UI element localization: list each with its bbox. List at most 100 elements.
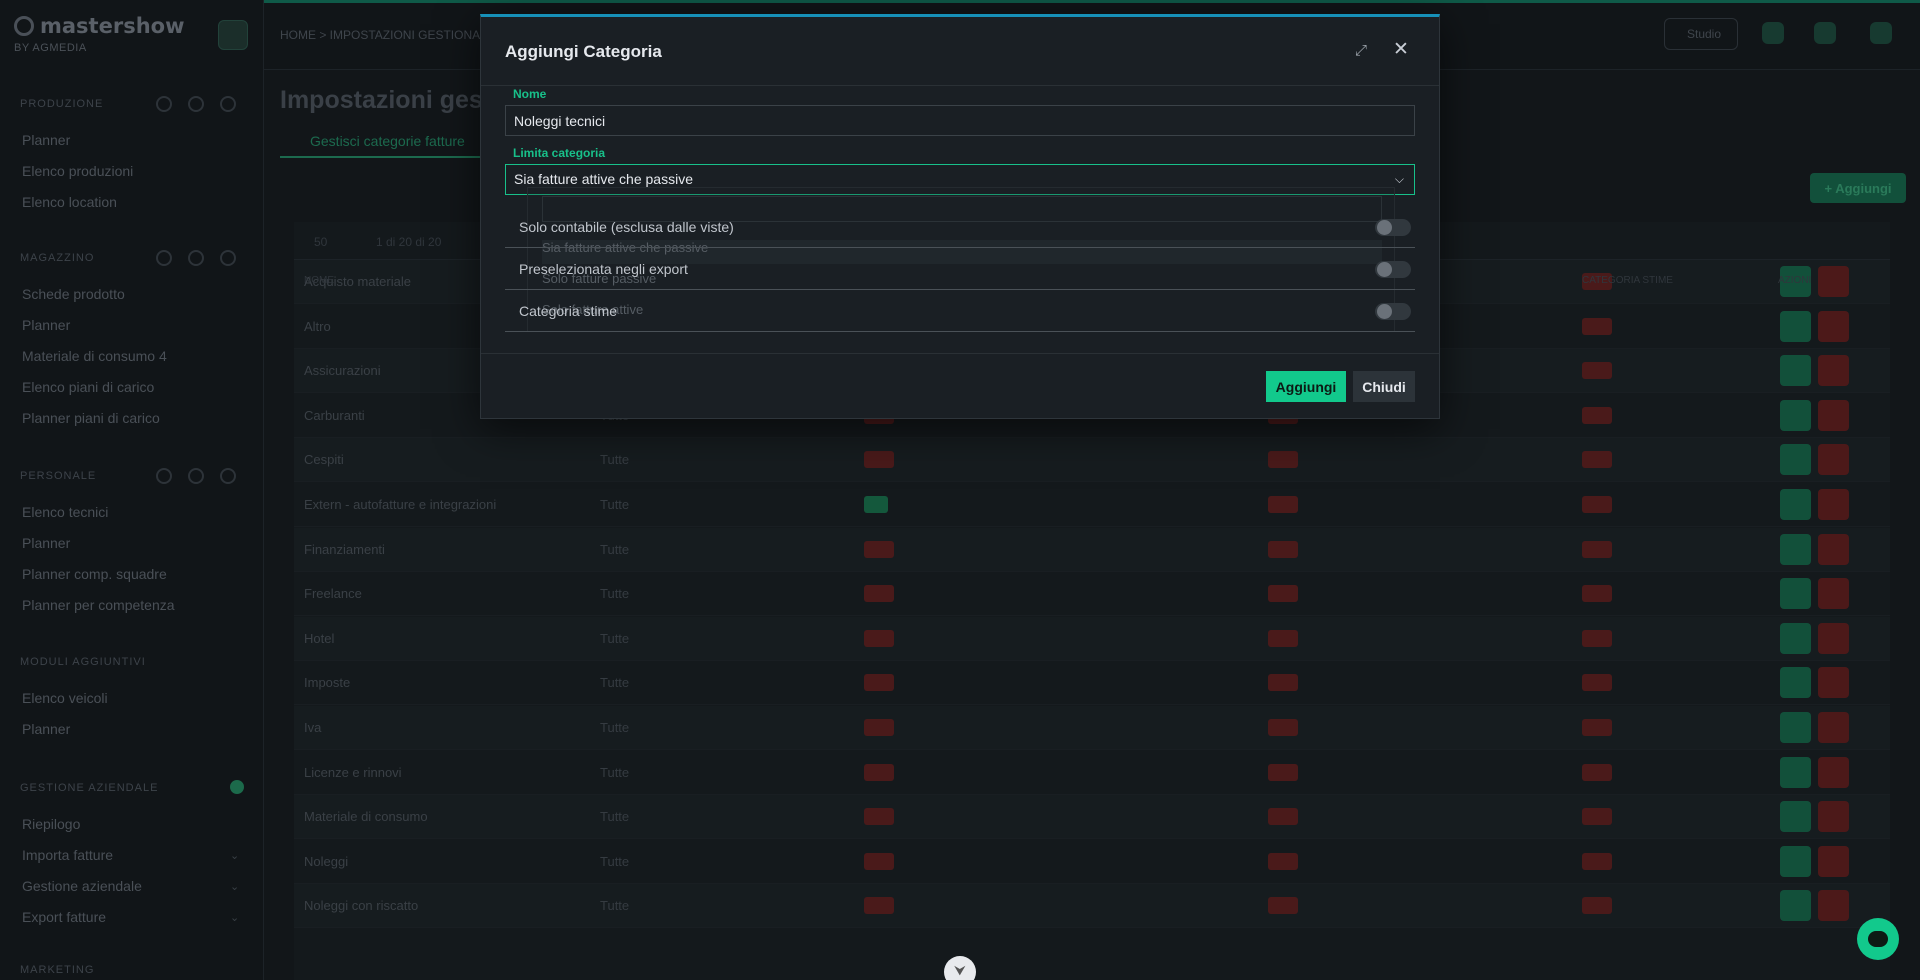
aggiungi-button[interactable]: Aggiungi bbox=[1266, 371, 1346, 402]
table-row: Iva Tutte bbox=[294, 706, 1890, 750]
cell-scope: Tutte bbox=[600, 497, 630, 512]
sidebar-item[interactable]: Planner bbox=[22, 535, 70, 551]
sidebar-item[interactable]: Planner bbox=[22, 721, 70, 737]
sidebar-item[interactable]: Elenco produzioni bbox=[22, 163, 133, 179]
status-badge bbox=[1582, 629, 1612, 647]
sidebar-item[interactable]: Riepilogo bbox=[22, 816, 80, 832]
edit-button[interactable] bbox=[1780, 355, 1811, 387]
edit-button[interactable] bbox=[1780, 444, 1811, 476]
studio-button[interactable]: Studio bbox=[1664, 18, 1738, 50]
notification-icon[interactable] bbox=[1762, 22, 1784, 44]
chat-icon[interactable] bbox=[1814, 22, 1836, 44]
cell-name: Altro bbox=[304, 318, 331, 334]
edit-button[interactable] bbox=[1780, 845, 1811, 877]
gear-icon[interactable] bbox=[220, 250, 236, 266]
sidebar-item[interactable]: Schede prodotto bbox=[22, 286, 125, 302]
sidebar-item[interactable]: Importa fatture bbox=[22, 847, 113, 863]
delete-button[interactable] bbox=[1818, 444, 1849, 476]
delete-button[interactable] bbox=[1818, 801, 1849, 833]
section-tools bbox=[156, 468, 236, 484]
preselezionata-switch[interactable] bbox=[1375, 261, 1411, 278]
edit-button[interactable] bbox=[1780, 756, 1811, 788]
page-size-select[interactable]: 50 bbox=[314, 235, 327, 249]
edit-button[interactable] bbox=[1780, 489, 1811, 520]
sidebar-item[interactable]: Gestione aziendale bbox=[22, 878, 142, 894]
edit-button[interactable] bbox=[1780, 399, 1811, 431]
status-badge bbox=[1582, 585, 1612, 603]
cell-name: Materiale di consumo bbox=[304, 809, 428, 825]
gear-icon[interactable] bbox=[220, 468, 236, 484]
sidebar-item[interactable]: Export fatture bbox=[22, 909, 106, 925]
cell-scope: Tutte bbox=[600, 853, 630, 869]
sidebar-item[interactable]: Elenco tecnici bbox=[22, 504, 108, 520]
solo-contabile-switch[interactable] bbox=[1375, 219, 1411, 236]
edit-button[interactable] bbox=[1780, 310, 1811, 342]
delete-button[interactable] bbox=[1818, 667, 1849, 699]
status-badge bbox=[1582, 852, 1612, 870]
tab-categorie[interactable]: Gestisci categorie fatture bbox=[310, 133, 465, 149]
toggle-label: Preselezionata negli export bbox=[519, 261, 688, 277]
delete-button[interactable] bbox=[1818, 355, 1849, 387]
switch-knob bbox=[1377, 220, 1392, 235]
edit-button[interactable] bbox=[1780, 890, 1811, 922]
edit-button[interactable] bbox=[1780, 622, 1811, 654]
categoria-stime-switch[interactable] bbox=[1375, 303, 1411, 320]
user-icon[interactable] bbox=[1870, 22, 1892, 44]
sidebar-item[interactable]: Materiale di consumo 4 bbox=[22, 348, 167, 364]
sidebar-item[interactable]: Planner piani di carico bbox=[22, 410, 160, 426]
delete-button[interactable] bbox=[1818, 399, 1849, 431]
delete-button[interactable] bbox=[1818, 266, 1849, 297]
sidebar-item[interactable]: Planner bbox=[22, 317, 70, 333]
status-badge bbox=[1268, 674, 1298, 692]
add-category-button[interactable]: + Aggiungi bbox=[1810, 173, 1906, 203]
edit-button[interactable] bbox=[1780, 667, 1811, 699]
chart-icon[interactable] bbox=[188, 468, 204, 484]
delete-button[interactable] bbox=[1818, 890, 1849, 922]
name-input[interactable] bbox=[505, 105, 1415, 136]
sidebar-item[interactable]: Elenco veicoli bbox=[22, 690, 108, 706]
sidebar-section-title: MARKETING bbox=[20, 964, 95, 976]
cell-scope: Tutte bbox=[600, 764, 630, 780]
table-row: Noleggi Tutte bbox=[294, 840, 1890, 884]
th-azioni: AZIONI bbox=[1778, 275, 1812, 286]
delete-button[interactable] bbox=[1818, 712, 1849, 743]
status-badge bbox=[1268, 897, 1298, 915]
delete-button[interactable] bbox=[1818, 310, 1849, 342]
expand-icon[interactable]: ⤢ bbox=[1351, 41, 1371, 61]
scroll-down-button[interactable]: ⮟ bbox=[944, 956, 976, 980]
table-row: Finanziamenti Tutte bbox=[294, 527, 1890, 572]
support-chat-button[interactable] bbox=[1857, 918, 1899, 960]
search-icon[interactable] bbox=[156, 468, 172, 484]
sidebar-item[interactable]: Planner bbox=[22, 132, 70, 148]
chart-icon[interactable] bbox=[188, 96, 204, 112]
delete-button[interactable] bbox=[1818, 489, 1849, 520]
edit-button[interactable] bbox=[1780, 578, 1811, 610]
sidebar-item[interactable]: Elenco location bbox=[22, 194, 117, 210]
brand-name: mastershow bbox=[40, 14, 185, 38]
home-button[interactable] bbox=[218, 20, 248, 50]
search-icon[interactable] bbox=[156, 96, 172, 112]
chiudi-button[interactable]: Chiudi bbox=[1353, 371, 1415, 402]
edit-button[interactable] bbox=[1780, 533, 1811, 565]
delete-button[interactable] bbox=[1818, 845, 1849, 877]
status-badge bbox=[864, 719, 894, 736]
edit-button[interactable] bbox=[1780, 712, 1811, 743]
delete-button[interactable] bbox=[1818, 622, 1849, 654]
modal-footer-divider bbox=[481, 353, 1439, 354]
cell-name: Finanziamenti bbox=[304, 541, 385, 557]
sidebar-item[interactable]: Elenco piani di carico bbox=[22, 379, 154, 395]
status-badge bbox=[864, 496, 888, 513]
edit-button[interactable] bbox=[1780, 801, 1811, 833]
sidebar-section-title: GESTIONE AZIENDALE bbox=[20, 782, 159, 794]
delete-button[interactable] bbox=[1818, 756, 1849, 788]
close-icon[interactable]: ✕ bbox=[1390, 39, 1412, 61]
gear-icon[interactable] bbox=[220, 96, 236, 112]
sidebar-item[interactable]: Planner per competenza bbox=[22, 597, 175, 613]
chevron-down-icon: ⌄ bbox=[230, 881, 240, 893]
delete-button[interactable] bbox=[1818, 578, 1849, 610]
delete-button[interactable] bbox=[1818, 533, 1849, 565]
search-icon[interactable] bbox=[156, 250, 172, 266]
sidebar-item[interactable]: Planner comp. squadre bbox=[22, 566, 167, 582]
page-range: 1 di 20 di 20 bbox=[376, 235, 442, 249]
chart-icon[interactable] bbox=[188, 250, 204, 266]
